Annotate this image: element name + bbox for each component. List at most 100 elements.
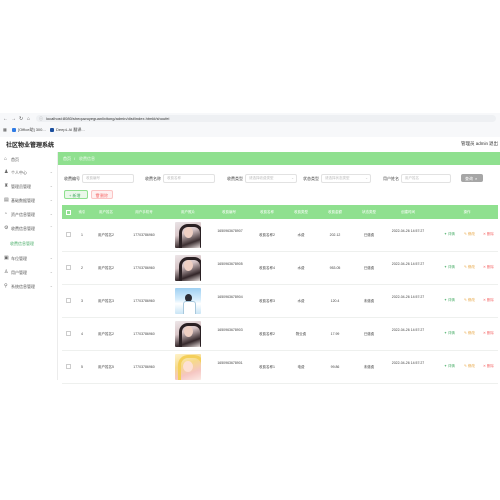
delete-label: 删除	[486, 364, 494, 368]
cell-fee-name: 收费名称4	[259, 266, 275, 270]
edit-button[interactable]: ✎ 修改	[464, 232, 475, 237]
car-icon: ▣	[4, 255, 9, 261]
column-header-name: 用户姓名	[99, 210, 113, 214]
sidebar-item-label: 车位管理	[11, 255, 27, 261]
sidebar-item-profile[interactable]: ♟ 个人中心 ⌄	[0, 166, 57, 178]
cell-phone: 17703786960	[133, 365, 155, 369]
user-name-input[interactable]: 用户姓名	[401, 174, 451, 183]
cell-status: 已缴费	[363, 266, 375, 270]
table-row[interactable]: 1 用户姓名2 17703786960 1650963678907 收费名称2 …	[62, 219, 498, 252]
user-photo	[175, 354, 201, 380]
user-info: 管理员 admin	[460, 141, 488, 146]
logout-link[interactable]: 退出	[489, 141, 498, 147]
breadcrumb: 首页 / 收费信息	[58, 152, 500, 165]
delete-button[interactable]: 🗑 删除	[91, 190, 113, 199]
cell-created: 2022-04-26 14:57:27	[391, 262, 425, 266]
office-icon	[12, 127, 16, 132]
apps-icon[interactable]: ▦	[3, 127, 7, 132]
select-all-checkbox[interactable]	[66, 210, 71, 215]
chevron-down-icon: ⌄	[49, 283, 53, 288]
settings-icon: ⚙	[4, 225, 9, 231]
view-button[interactable]: ✦ 详情	[444, 298, 455, 303]
user-photo	[175, 255, 201, 281]
back-icon[interactable]: ←	[3, 116, 8, 122]
view-label: 详情	[447, 298, 455, 302]
reload-icon[interactable]: ↻	[19, 116, 23, 122]
address-bar[interactable]: ⓘ localhost:8080/shequwuyeguanlixitong/a…	[36, 115, 496, 122]
sidebar-item-label: 首页	[11, 156, 19, 162]
view-button[interactable]: ✦ 详情	[444, 232, 455, 237]
edit-button[interactable]: ✎ 修改	[464, 265, 475, 270]
sidebar-item-parking[interactable]: ▣ 车位管理 ⌄	[0, 252, 57, 264]
breadcrumb-home[interactable]: 首页	[63, 156, 71, 162]
row-delete-button[interactable]: ✕ 删除	[483, 265, 494, 270]
row-delete-button[interactable]: ✕ 删除	[483, 331, 494, 336]
breadcrumb-current: 收费信息	[79, 156, 95, 161]
cell-amount: 202.12	[329, 233, 341, 237]
sidebar-item-home[interactable]: ⌂ 首页	[0, 153, 57, 165]
edit-button[interactable]: ✎ 修改	[464, 298, 475, 303]
cell-fee-no: 1650963678905	[217, 262, 243, 266]
fee-type-select[interactable]: 请选择收费类型 ⌄	[245, 174, 297, 183]
home-icon[interactable]: ⌂	[27, 116, 30, 122]
row-delete-button[interactable]: ✕ 删除	[483, 298, 494, 303]
edit-label: 修改	[467, 364, 475, 368]
bookmark-item[interactable]: [Office助] 300...	[12, 127, 46, 133]
column-header-index: 索引	[78, 210, 86, 214]
table-row[interactable]: 3 用户姓名3 17703786960 1650963678904 收费名称3 …	[62, 285, 498, 318]
deepl-icon	[50, 127, 54, 132]
cell-phone: 17703786960	[133, 299, 155, 303]
view-button[interactable]: ✦ 详情	[444, 265, 455, 270]
row-delete-button[interactable]: ✕ 删除	[483, 232, 494, 237]
table-row[interactable]: 4 用户姓名2 17703786960 1650963678903 收费名称2 …	[62, 318, 498, 351]
forward-icon[interactable]: →	[11, 116, 16, 122]
edit-button[interactable]: ✎ 修改	[464, 364, 475, 369]
table-header: 索引 用户姓名 用户手机号 用户照片 收费编号 收费名称 收费类型 收费金额 状…	[62, 205, 498, 219]
sidebar-subitem-fees[interactable]: 收费信息管理	[10, 241, 34, 247]
edit-button[interactable]: ✎ 修改	[464, 331, 475, 336]
search-button[interactable]: 查询 ⌕	[461, 174, 483, 182]
input-placeholder: 收费编号	[86, 176, 100, 180]
row-checkbox[interactable]	[66, 364, 71, 369]
sidebar-item-label: 系统信息管理	[11, 283, 35, 289]
user-icon: ♟	[4, 169, 9, 175]
cell-index: 3	[81, 299, 83, 303]
cell-phone: 17703786960	[133, 266, 155, 270]
row-checkbox[interactable]	[66, 298, 71, 303]
row-checkbox[interactable]	[66, 232, 71, 237]
home-icon: ⌂	[4, 156, 8, 162]
sidebar-item-admins[interactable]: ♜ 管理员管理 ⌄	[0, 180, 57, 192]
column-header-fee-name: 收费名称	[260, 210, 274, 214]
edit-label: 修改	[467, 232, 475, 236]
search-label-fee-no: 收费编号	[64, 176, 80, 181]
cell-amount: 99.86	[330, 365, 340, 369]
user-photo	[175, 288, 201, 314]
chevron-down-icon: ⌄	[365, 176, 368, 180]
table-row[interactable]: 2 用户姓名2 17703786960 1650963678905 收费名称4 …	[62, 252, 498, 285]
sidebar-item-base-data[interactable]: ▤ 基础数据管理 ⌄	[0, 194, 57, 206]
view-button[interactable]: ✦ 详情	[444, 331, 455, 336]
cell-name: 用户姓名2	[98, 266, 114, 270]
sidebar-item-system[interactable]: ⚲ 系统信息管理 ⌄	[0, 280, 57, 292]
status-select[interactable]: 请选择状态类型 ⌄	[321, 174, 371, 183]
sidebar-item-assets[interactable]: ◔ 资产信息管理 ⌄	[0, 208, 57, 220]
sidebar-item-fees[interactable]: ⚙ 收费信息管理 ⌃	[0, 222, 57, 234]
cell-index: 1	[81, 233, 83, 237]
view-button[interactable]: ✦ 详情	[444, 364, 455, 369]
fee-name-input[interactable]: 收费名称	[163, 174, 215, 183]
column-header-photo: 用户照片	[181, 210, 195, 214]
search-icon: ⌕	[475, 175, 478, 181]
table-row[interactable]: 5 用户姓名5 17703786960 1650963678901 收费名称1 …	[62, 351, 498, 384]
row-delete-button[interactable]: ✕ 删除	[483, 364, 494, 369]
sidebar-item-users[interactable]: ♙ 用户管理 ⌄	[0, 266, 57, 278]
bookmark-item[interactable]: DeepL AI 翻译...	[50, 127, 85, 133]
row-checkbox[interactable]	[66, 331, 71, 336]
cell-fee-no: 1650963678903	[217, 328, 243, 332]
row-checkbox[interactable]	[66, 265, 71, 270]
cell-index: 4	[81, 332, 83, 336]
add-button[interactable]: + 新增	[64, 190, 88, 199]
edit-label: 修改	[467, 265, 475, 269]
cell-fee-type: 物业费	[295, 332, 307, 336]
fee-no-input[interactable]: 收费编号	[82, 174, 134, 183]
cell-created: 2022-04-26 14:57:27	[391, 229, 425, 233]
